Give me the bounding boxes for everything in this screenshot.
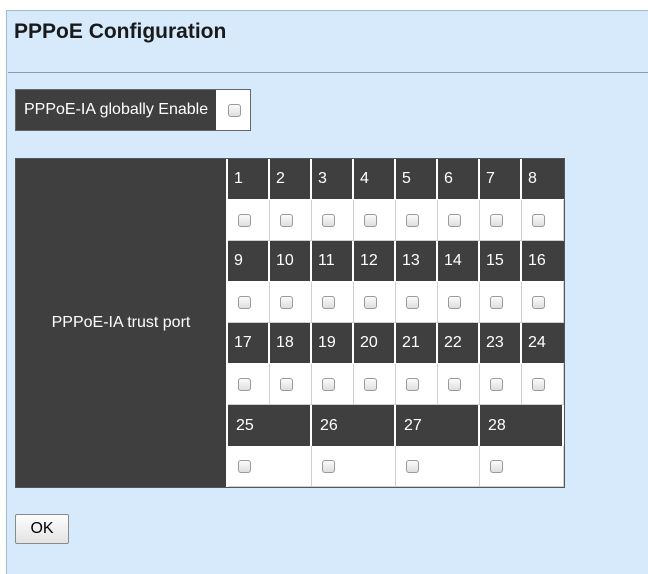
port-checkbox-cell bbox=[270, 200, 312, 241]
port-number-label: 18 bbox=[270, 323, 312, 364]
port-number-label: 5 bbox=[396, 159, 438, 200]
port-checkbox-cell bbox=[438, 200, 480, 241]
trust-port-checkbox[interactable] bbox=[238, 295, 251, 309]
port-checkbox-cell bbox=[522, 364, 564, 405]
trust-port-checkbox[interactable] bbox=[280, 213, 293, 227]
trust-port-checkbox[interactable] bbox=[406, 295, 419, 309]
port-checkbox-cell bbox=[396, 446, 480, 487]
port-checkbox-cell bbox=[522, 200, 564, 241]
trust-port-checkbox[interactable] bbox=[280, 377, 293, 391]
port-number-label: 9 bbox=[228, 241, 270, 282]
port-checkbox-cell bbox=[312, 200, 354, 241]
port-number-label: 14 bbox=[438, 241, 480, 282]
trust-port-checkbox[interactable] bbox=[364, 377, 377, 391]
trust-port-table: PPPoE-IA trust port 1 2 3 4 5 6 7 8 9 10 11 12 13 14 15… bbox=[15, 158, 565, 488]
trust-port-checkbox[interactable] bbox=[238, 213, 251, 227]
port-checkbox-cell bbox=[354, 282, 396, 323]
trust-port-checkbox[interactable] bbox=[364, 295, 377, 309]
trust-port-checkbox[interactable] bbox=[406, 213, 419, 227]
port-checkbox-cell bbox=[312, 446, 396, 487]
port-checkbox-cell bbox=[480, 200, 522, 241]
trust-port-checkbox[interactable] bbox=[490, 295, 503, 309]
port-checkbox-cell bbox=[396, 364, 438, 405]
port-checkbox-cell bbox=[522, 282, 564, 323]
port-number-label: 6 bbox=[438, 159, 480, 200]
port-checkbox-cell bbox=[480, 364, 522, 405]
port-number-label: 16 bbox=[522, 241, 564, 282]
port-number-label: 15 bbox=[480, 241, 522, 282]
port-number-label: 25 bbox=[228, 405, 312, 446]
port-number-label: 2 bbox=[270, 159, 312, 200]
trust-port-checkbox[interactable] bbox=[406, 377, 419, 391]
trust-port-checkbox[interactable] bbox=[490, 459, 503, 473]
trust-port-checkbox[interactable] bbox=[448, 377, 461, 391]
port-number-label: 8 bbox=[522, 159, 564, 200]
trust-port-checkbox[interactable] bbox=[490, 213, 503, 227]
port-number-label: 20 bbox=[354, 323, 396, 364]
port-number-label: 21 bbox=[396, 323, 438, 364]
port-checkbox-cell bbox=[228, 446, 312, 487]
trust-port-checkbox[interactable] bbox=[532, 213, 545, 227]
trust-port-checkbox[interactable] bbox=[448, 295, 461, 309]
trust-port-checkbox[interactable] bbox=[322, 295, 335, 309]
global-enable-row: PPPoE-IA globally Enable bbox=[15, 89, 252, 131]
trust-port-checkbox[interactable] bbox=[448, 213, 461, 227]
trust-port-checkbox[interactable] bbox=[238, 377, 251, 391]
trust-port-checkbox[interactable] bbox=[406, 459, 419, 473]
port-checkbox-cell bbox=[396, 200, 438, 241]
port-number-label: 3 bbox=[312, 159, 354, 200]
port-number-label: 26 bbox=[312, 405, 396, 446]
port-number-label: 10 bbox=[270, 241, 312, 282]
trust-port-checkbox[interactable] bbox=[364, 213, 377, 227]
trust-port-checkbox[interactable] bbox=[322, 459, 335, 473]
port-number-label: 28 bbox=[480, 405, 564, 446]
port-number-label: 7 bbox=[480, 159, 522, 200]
trust-port-checkbox[interactable] bbox=[280, 295, 293, 309]
trust-port-checkbox[interactable] bbox=[238, 459, 251, 473]
trust-port-checkbox[interactable] bbox=[322, 377, 335, 391]
port-number-label: 17 bbox=[228, 323, 270, 364]
port-number-label: 12 bbox=[354, 241, 396, 282]
port-number-label: 23 bbox=[480, 323, 522, 364]
port-number-label: 11 bbox=[312, 241, 354, 282]
port-checkbox-cell bbox=[354, 200, 396, 241]
port-checkbox-cell bbox=[312, 364, 354, 405]
trust-port-checkbox[interactable] bbox=[322, 213, 335, 227]
ok-button[interactable]: OK bbox=[15, 514, 69, 544]
port-checkbox-cell bbox=[270, 364, 312, 405]
port-checkbox-cell bbox=[396, 282, 438, 323]
port-checkbox-cell bbox=[228, 200, 270, 241]
port-checkbox-cell bbox=[438, 364, 480, 405]
port-number-label: 27 bbox=[396, 405, 480, 446]
page-title: PPPoE Configuration bbox=[14, 20, 227, 43]
trust-port-checkbox[interactable] bbox=[532, 295, 545, 309]
global-enable-label: PPPoE-IA globally Enable bbox=[16, 90, 219, 130]
trust-port-checkbox[interactable] bbox=[490, 377, 503, 391]
global-enable-cell bbox=[218, 90, 250, 130]
port-checkbox-cell bbox=[354, 364, 396, 405]
port-checkbox-cell bbox=[270, 282, 312, 323]
port-number-label: 19 bbox=[312, 323, 354, 364]
port-number-label: 1 bbox=[228, 159, 270, 200]
port-checkbox-cell bbox=[438, 282, 480, 323]
port-checkbox-cell bbox=[312, 282, 354, 323]
port-checkbox-cell bbox=[480, 446, 564, 487]
port-checkbox-cell bbox=[480, 282, 522, 323]
trust-port-checkbox[interactable] bbox=[532, 377, 545, 391]
port-number-label: 24 bbox=[522, 323, 564, 364]
trust-port-label: PPPoE-IA trust port bbox=[16, 159, 228, 487]
port-checkbox-cell bbox=[228, 282, 270, 323]
port-number-label: 4 bbox=[354, 159, 396, 200]
port-checkbox-cell bbox=[228, 364, 270, 405]
port-number-label: 13 bbox=[396, 241, 438, 282]
port-number-label: 22 bbox=[438, 323, 480, 364]
title-divider bbox=[8, 72, 648, 73]
global-enable-checkbox[interactable] bbox=[227, 103, 241, 117]
